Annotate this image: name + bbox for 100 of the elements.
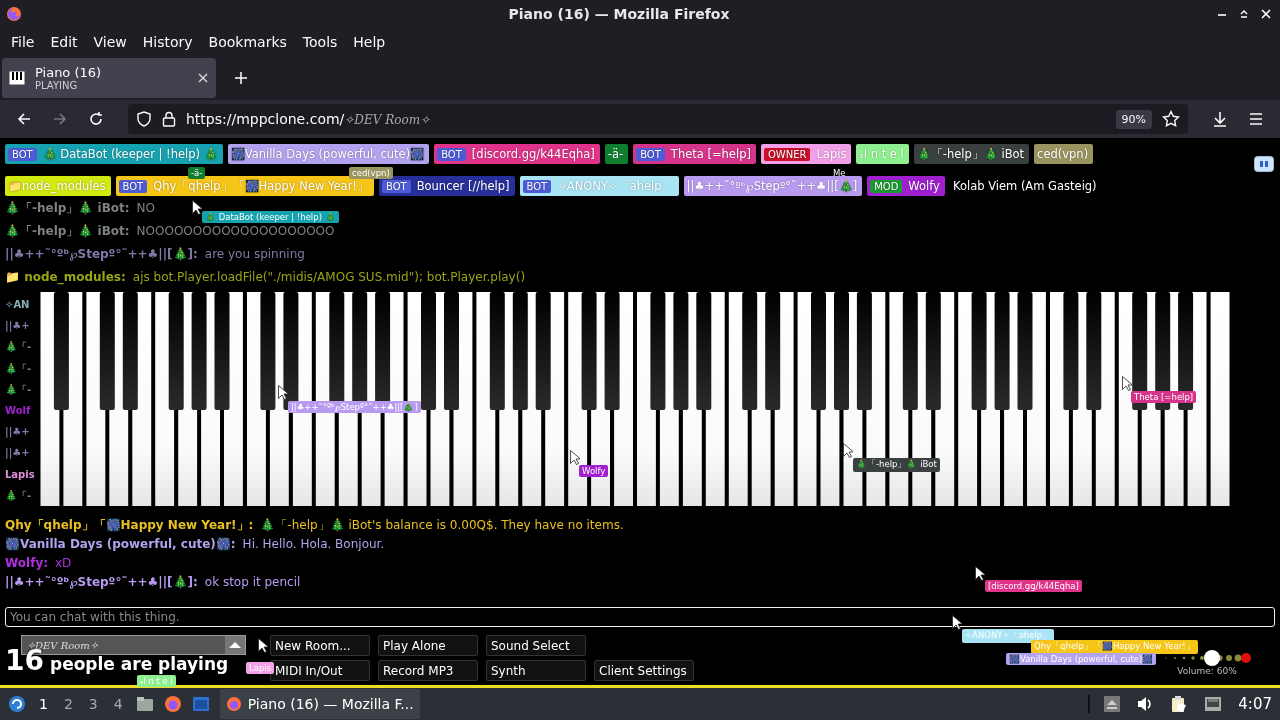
workspace-button[interactable]: 2 [60,696,76,712]
chat-message: ||♣+ [5,319,30,334]
menu-item[interactable]: History [134,31,201,52]
menu-item[interactable]: View [85,31,135,52]
user-name-tag[interactable]: BOT 🎄 DataBot (keeper | !help) 🎄 [5,144,223,164]
cursor-name-tooltip: Qhy「qhelp」「🎆Happy New Year!」 [1031,640,1198,654]
role-badge: BOT [437,147,466,161]
cursor-icon [570,450,580,465]
menu-item[interactable]: Edit [42,31,86,52]
user-name-tag[interactable]: 🎄「-help」🎄 iBot [913,144,1030,164]
user-name-tag[interactable]: OWNER Lapis [760,144,852,164]
maximize-icon[interactable] [1238,8,1250,20]
user-name: [discord.gg/k44Eqha] [471,147,595,161]
role-badge: BOT [522,179,552,193]
cursor-icon [1122,376,1132,391]
role-badge: MOD [870,179,903,193]
user-name: Kolab Viem (Am Gasteig) [952,179,1097,193]
browser-tab[interactable]: Piano (16) PLAYING [2,57,216,98]
toolbar-button[interactable]: New Room... [270,635,370,656]
user-name-tag[interactable]: MOD Wolfy [867,176,945,196]
toolbar-button[interactable]: Synth [486,660,586,681]
user-name-tag[interactable]: BOT ✧ANONY✧「ahelp」 [519,176,679,196]
chat-text: NO [136,200,155,217]
firefox-icon [225,696,242,712]
cursor-name-tooltip: ||♣++˜°ºᵇ℘Stepº°˜++♣||[🎄] [288,401,421,413]
toolbar-button[interactable]: MIDI In/Out [270,660,370,681]
chat-input[interactable]: You can chat with this thing. [5,607,1275,627]
address-bar[interactable]: https://mppclone.com/✧DEV Room✧ 90% [128,104,1188,134]
user-name: 🎄 DataBot (keeper | !help) 🎄 [42,147,218,161]
user-name-tag[interactable]: BOT Qhy「qhelp」「🎆Happy New Year!」 [115,176,374,196]
user-name-tag[interactable]: Kolab Viem (Am Gasteig) [949,176,1102,196]
cursor-icon [278,385,288,400]
zoom-level[interactable]: 90% [1115,109,1152,129]
chat-author: 🎆Vanilla Days (powerful, cute)🎆: [5,536,236,553]
workspace-button[interactable]: 3 [85,696,101,712]
workspace-button[interactable]: 4 [110,696,126,712]
chat-text: ok stop it pencil [204,574,301,591]
user-name: Theta [=help] [670,147,751,161]
download-icon[interactable] [1212,111,1228,127]
cursor-name-tooltip: Wolfy [579,465,609,477]
toolbar-button[interactable]: Client Settings [594,660,694,681]
role-badge: BOT [118,179,148,193]
chat-message: ✧AN [5,298,30,312]
firefox-icon[interactable] [163,695,182,713]
chat-toggle-icon[interactable] [1254,156,1274,172]
chat-text: NOOOOOOOOOOOOOOOOOOOO [136,223,335,240]
reload-icon[interactable] [88,111,104,127]
new-tab-icon[interactable] [234,70,248,85]
network-icon[interactable] [1204,696,1223,712]
toolbar-button[interactable]: Play Alone [378,635,478,656]
piano-keyboard[interactable] [40,292,1233,506]
workspace-button[interactable]: 1 [36,696,51,712]
tab-title: Piano (16) [35,64,103,80]
user-name-tag[interactable]: -ä- [604,144,629,164]
user-name: ₛI n t e l [859,147,904,161]
chat-author: 📁 node_modules: [5,269,126,287]
user-name-tag[interactable]: BOT [discord.gg/k44Eqha] [434,144,600,164]
chat-message: Wolf [5,404,31,418]
star-icon[interactable] [1162,110,1180,128]
cursor-name-tooltip: Lapis [246,662,275,674]
clipboard-icon[interactable] [1170,695,1189,713]
menu-item[interactable]: Help [345,31,394,52]
folder-icon[interactable] [135,696,154,712]
user-name: ced(vpn) [1037,147,1089,161]
user-name: Bouncer [//help] [416,179,510,193]
user-name-tag[interactable]: BOT Bouncer [//help] [379,176,515,196]
lock-icon [162,111,176,127]
user-name: 🎆Vanilla Days (powerful, cute)🎆 [230,147,425,161]
chat-text: are you spinning [204,246,305,263]
cursor-name-tooltip: ✧ANONY✧「ahelp」 [962,629,1055,643]
eject-icon[interactable] [1104,696,1121,712]
shield-icon[interactable] [136,111,152,127]
forward-icon[interactable] [52,111,68,127]
cursor-name-tooltip: 🎆Vanilla Days (powerful, cute)🎆 [1006,653,1157,665]
volume-knob[interactable] [1204,650,1221,666]
menu-item[interactable]: File [3,31,43,52]
menu-icon[interactable] [1248,111,1264,127]
toolbar-button[interactable]: Record MP3 [378,660,478,681]
chat-message: Lapis [5,467,35,482]
cursor-icon [192,200,202,215]
menu-item[interactable]: Tools [294,31,346,52]
user-name-tag[interactable]: BOT Theta [=help] [633,144,756,164]
window-title: Piano (16) — Mozilla Firefox [507,6,731,22]
start-menu-icon[interactable] [8,695,26,713]
taskbar-window-button[interactable]: Piano (16) — Mozilla F... [219,689,420,719]
role-badge: BOT [636,147,665,161]
chat-text: 🎄「-help」🎄 iBot's balance is 0.00Q$. They have no items. [260,517,624,534]
firefox-icon [6,6,22,22]
back-icon[interactable] [16,111,32,127]
cursor-name-tooltip: ced(vpn) [349,167,393,179]
menu-item[interactable]: Bookmarks [200,31,295,52]
window-icon[interactable] [191,696,210,712]
tab-status: PLAYING [35,79,79,91]
close-icon[interactable] [198,72,208,83]
caret-icon[interactable] [225,636,245,654]
cursor-icon [975,566,985,581]
chat-message: 🎄「- [5,488,32,503]
cursor-name-tooltip: ₛI n t e l [137,675,176,687]
toolbar-button[interactable]: Sound Select [486,635,586,656]
user-name: 🎄「-help」🎄 iBot [916,146,1025,162]
